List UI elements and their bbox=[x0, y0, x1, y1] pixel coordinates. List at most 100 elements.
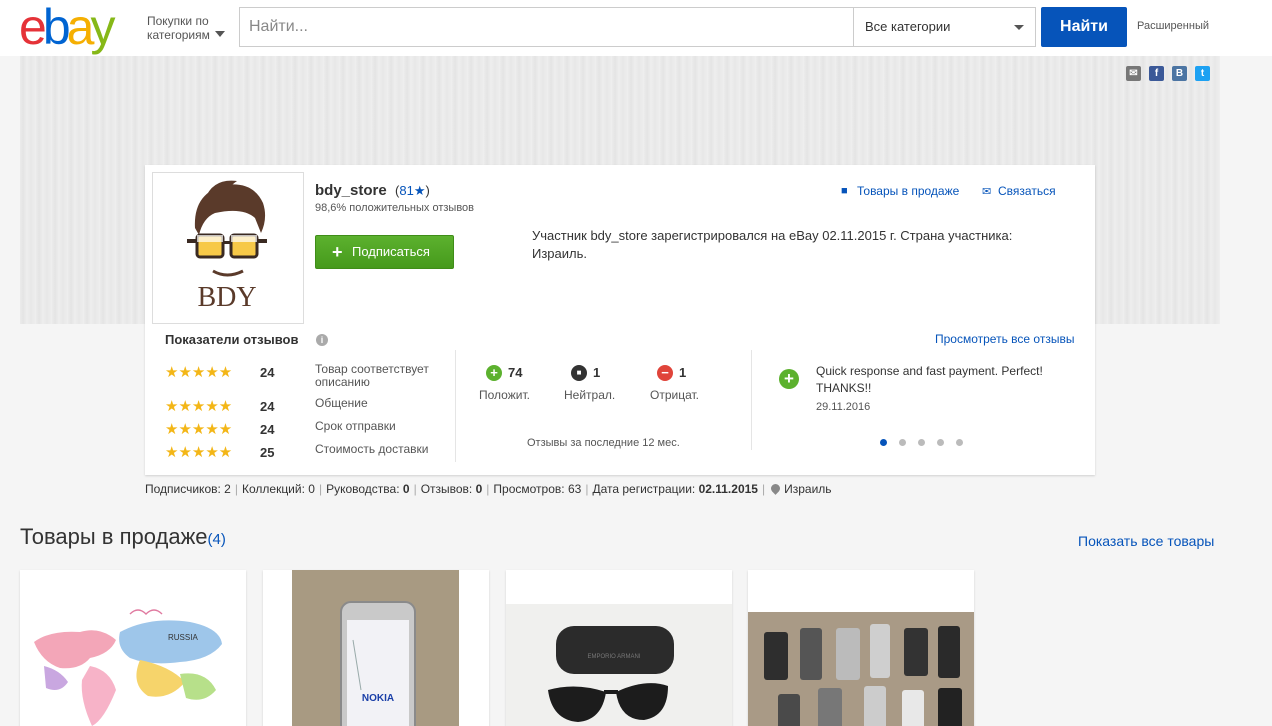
facebook-icon[interactable]: f bbox=[1149, 66, 1164, 81]
stars-icon: ★★★★★ bbox=[165, 421, 233, 438]
listings-count: (4) bbox=[207, 531, 226, 548]
separator: | bbox=[234, 482, 238, 496]
stat-label: Коллекций: bbox=[241, 482, 309, 496]
store-about-text: Участник bdy_store зарегистрировался на … bbox=[532, 228, 1013, 261]
follow-button[interactable]: + Подписаться bbox=[315, 235, 454, 269]
logo-letter: a bbox=[66, 0, 95, 55]
location-pin-icon bbox=[769, 482, 782, 495]
separator: | bbox=[318, 482, 323, 496]
count-value: 74 bbox=[508, 365, 523, 380]
store-name-link[interactable]: bdy_store bbox=[315, 182, 387, 199]
stat-label: Руководства: bbox=[326, 482, 403, 496]
stat-label: Подписчиков: bbox=[145, 482, 225, 496]
show-all-items-link[interactable]: Показать все товары bbox=[1078, 533, 1214, 549]
listings-title-text: Товары в продаже bbox=[20, 524, 208, 549]
stat-value: 0 bbox=[308, 482, 315, 496]
header: ebay Покупки по категориям Найти... Все … bbox=[0, 0, 1272, 56]
rating-label: Срок отправки bbox=[315, 419, 396, 433]
separator: | bbox=[413, 482, 417, 496]
twitter-icon[interactable]: t bbox=[1195, 66, 1210, 81]
listing-card[interactable]: EMPORIO ARMANI bbox=[506, 570, 732, 726]
rating-count: 24 bbox=[260, 365, 275, 380]
separator: | bbox=[761, 482, 766, 496]
plus-icon: + bbox=[332, 242, 343, 262]
listing-card[interactable]: NOKIA bbox=[263, 570, 489, 726]
chevron-down-icon bbox=[215, 31, 225, 37]
separator: | bbox=[585, 482, 589, 496]
carousel-dot[interactable] bbox=[880, 439, 887, 446]
category-select[interactable]: Все категории bbox=[853, 7, 1036, 47]
contact-label: Связаться bbox=[998, 184, 1056, 198]
case-brand-label: EMPORIO ARMANI bbox=[587, 654, 640, 660]
phones-collection-image bbox=[748, 570, 974, 726]
shop-by-category-button[interactable]: Покупки по категориям bbox=[147, 14, 227, 42]
map-label: RUSSIA bbox=[168, 633, 198, 642]
profile-card: BDY bdy_store (81★) 98,6% положительных … bbox=[145, 165, 1095, 475]
divider bbox=[455, 350, 456, 462]
rating-label: Общение bbox=[315, 396, 368, 410]
items-for-sale-link[interactable]: ■ Товары в продаже bbox=[841, 184, 959, 198]
count-label: Нейтрал. bbox=[564, 388, 616, 402]
score-value: 81 bbox=[399, 183, 414, 198]
stars-icon: ★★★★★ bbox=[165, 364, 233, 381]
stat-value: 2 bbox=[224, 482, 231, 496]
store-avatar[interactable]: BDY bbox=[152, 172, 304, 324]
count-value: 1 bbox=[679, 365, 687, 380]
contact-link[interactable]: ✉ Связаться bbox=[982, 184, 1056, 198]
shop-by-label: Покупки по категориям bbox=[147, 14, 210, 42]
advanced-search-link[interactable]: Расширенный bbox=[1137, 20, 1209, 32]
nokia-phone-image: NOKIA bbox=[263, 570, 489, 726]
stars-icon: ★★★★★ bbox=[165, 444, 233, 461]
count-value: 1 bbox=[593, 365, 601, 380]
info-icon[interactable]: i bbox=[316, 334, 328, 346]
logo-letter: y bbox=[90, 0, 115, 55]
stat-label: Дата регистрации: bbox=[592, 482, 699, 496]
count-label: Положит. bbox=[479, 388, 530, 402]
search-button[interactable]: Найти bbox=[1041, 7, 1127, 47]
chevron-down-icon bbox=[1014, 25, 1024, 30]
world-map-image: RUSSIA bbox=[20, 570, 246, 726]
envelope-icon: ✉ bbox=[982, 186, 992, 198]
search-input[interactable]: Найти... bbox=[239, 7, 854, 47]
avatar-logo-image: BDY bbox=[187, 180, 267, 313]
minus-circle-icon: − bbox=[657, 365, 673, 381]
logo-letter: b bbox=[42, 0, 71, 55]
carousel-dot[interactable] bbox=[956, 439, 963, 446]
sunglasses-image: EMPORIO ARMANI bbox=[506, 570, 732, 726]
stat-label: Просмотров: bbox=[493, 482, 568, 496]
stat-value: 0 bbox=[402, 482, 410, 496]
avatar-logo-text: BDY bbox=[197, 282, 256, 313]
rating-label: Товар соответствует описанию bbox=[315, 362, 429, 389]
stat-value: 0 bbox=[475, 482, 483, 496]
separator: | bbox=[486, 482, 490, 496]
vk-icon[interactable]: B bbox=[1172, 66, 1187, 81]
divider bbox=[751, 350, 752, 450]
positive-feedback-percent: 98,6% положительных отзывов bbox=[315, 202, 475, 214]
listing-card[interactable]: RUSSIA bbox=[20, 570, 246, 726]
view-all-feedback-link[interactable]: Просмотреть все отзывы bbox=[935, 332, 1074, 346]
score-paren-close: ) bbox=[425, 183, 430, 198]
plus-circle-icon: + bbox=[486, 365, 502, 381]
rating-count: 24 bbox=[260, 422, 275, 437]
rating-count: 24 bbox=[260, 399, 275, 414]
carousel-dot[interactable] bbox=[937, 439, 944, 446]
stat-value: 02.11.2015 bbox=[698, 482, 758, 496]
bag-icon: ■ bbox=[841, 185, 848, 197]
phone-brand-label: NOKIA bbox=[362, 693, 394, 704]
logo-letter: e bbox=[19, 0, 47, 55]
carousel-dot[interactable] bbox=[899, 439, 906, 446]
count-label: Отрицат. bbox=[650, 388, 699, 402]
feedback-comment: Quick response and fast payment. Perfect… bbox=[816, 364, 1043, 395]
ebay-logo[interactable]: ebay bbox=[19, 0, 115, 55]
rating-label: Стоимость доставки bbox=[315, 442, 429, 456]
feedback-period-label: Отзывы за последние 12 мес. bbox=[527, 437, 680, 449]
feedback-score[interactable]: (81★) bbox=[395, 183, 430, 199]
stat-label: Отзывов: bbox=[420, 482, 476, 496]
listings-title: Товары в продаже(4) bbox=[20, 524, 226, 550]
category-select-value: Все категории bbox=[865, 19, 951, 34]
listing-card[interactable] bbox=[748, 570, 974, 726]
carousel-dot[interactable] bbox=[918, 439, 925, 446]
stars-icon: ★★★★★ bbox=[165, 398, 233, 415]
star-icon: ★ bbox=[413, 183, 426, 198]
email-icon[interactable]: ✉ bbox=[1126, 66, 1141, 81]
